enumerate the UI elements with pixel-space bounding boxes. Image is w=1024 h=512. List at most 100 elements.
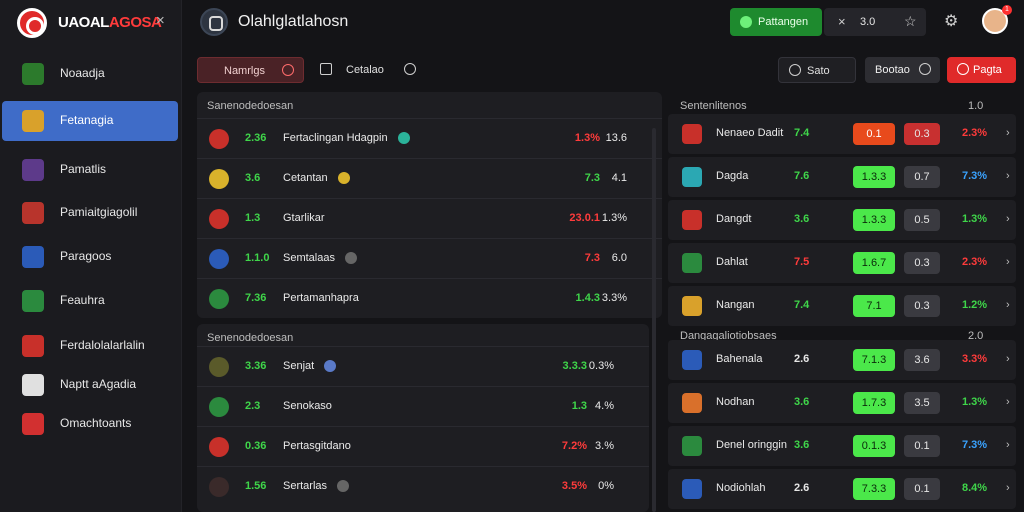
team-crest-icon xyxy=(209,477,229,497)
odds-value[interactable]: 3.% xyxy=(574,440,614,452)
gear-icon[interactable]: ⚙ xyxy=(944,11,958,31)
odds-button[interactable]: 1.3.3 xyxy=(853,166,895,188)
sidebar-item[interactable]: Paragoos xyxy=(2,237,178,277)
matches-panel-2: Senenodedoesan 3.36 Senjat 3.3.3 0.3% 2.3 Sen… xyxy=(197,324,649,512)
sidebar-item[interactable]: Noaadja xyxy=(2,54,178,94)
chevron-right-icon[interactable]: › xyxy=(1006,127,1010,139)
odds-row[interactable]: Nangan 7.4 7.1 0.3 1.2% › xyxy=(668,286,1016,326)
team-crest-icon xyxy=(682,436,702,456)
team-crest-icon xyxy=(22,335,44,357)
sidebar-item[interactable]: Naptt aAgadia xyxy=(2,365,178,405)
odds-row[interactable]: Nodiohlah 2.6 7.3.3 0.1 8.4% › xyxy=(668,469,1016,509)
odds-row[interactable]: Bahenala 2.6 7.1.3 3.6 3.3% › xyxy=(668,340,1016,380)
team-crest-icon xyxy=(209,249,229,269)
events-filter-button[interactable]: Cetalao xyxy=(318,57,423,83)
match-name: Senjat xyxy=(283,360,315,372)
match-row[interactable]: 7.36 Pertamanhapra 1.4.3 3.3% xyxy=(197,278,662,318)
live-dot-icon xyxy=(740,16,752,28)
brand-logo-icon[interactable] xyxy=(17,8,47,38)
match-score: 0.36 xyxy=(245,440,267,452)
odds-button[interactable]: 7.1.3 xyxy=(853,349,895,371)
sidebar-item[interactable]: Ferdalolalarlalin xyxy=(2,326,178,366)
odds-button[interactable]: 0.3 xyxy=(904,123,940,145)
team-crest-icon xyxy=(682,479,702,499)
brand-name: UAOALAGOSA xyxy=(58,14,162,31)
odds-button[interactable]: 0.1.3 xyxy=(853,435,895,457)
team-rating: 3.6 xyxy=(794,439,810,451)
close-icon[interactable]: × xyxy=(838,14,846,29)
sidebar-item[interactable]: Pamiaitgiagolil xyxy=(2,193,178,233)
odds-button[interactable]: 0.1 xyxy=(904,435,940,457)
odds-value[interactable]: 0% xyxy=(574,480,614,492)
scrollbar[interactable] xyxy=(652,128,656,512)
chevron-right-icon[interactable]: › xyxy=(1006,213,1010,225)
sidebar-item-label: Pamatlis xyxy=(60,162,107,176)
odds-button[interactable]: 3.5 xyxy=(904,392,940,414)
team-rating: 7.4 xyxy=(794,127,810,139)
odds-value[interactable]: 13.6 xyxy=(587,132,627,144)
match-row[interactable]: 1.56 Sertarlas 3.5% 0% xyxy=(197,466,649,506)
sidebar-item[interactable]: Fetanagia xyxy=(2,101,178,141)
match-row[interactable]: 2.36 Fertaclingan Hdagpin 1.3% 13.6 xyxy=(197,118,662,158)
chevron-right-icon[interactable]: › xyxy=(1006,396,1010,408)
odds-button[interactable]: 0.1 xyxy=(853,123,895,145)
odds-button[interactable]: 0.7 xyxy=(904,166,940,188)
markets-label: Namrlgs xyxy=(224,65,265,77)
chevron-right-icon[interactable]: › xyxy=(1006,170,1010,182)
odds-row[interactable]: Denel oringgin 3.6 0.1.3 0.1 7.3% › xyxy=(668,426,1016,466)
chevron-right-icon[interactable]: › xyxy=(1006,439,1010,451)
team-crest-icon xyxy=(22,159,44,181)
odds-button[interactable]: 0.3 xyxy=(904,295,940,317)
odds-value[interactable]: 0.3% xyxy=(574,360,614,372)
odds-button[interactable]: 3.6 xyxy=(904,349,940,371)
page-logo-icon xyxy=(200,8,228,36)
odds-value[interactable]: 3.3% xyxy=(587,292,627,304)
sidebar-item[interactable]: Omachtoants xyxy=(2,404,178,444)
place-bet-button[interactable]: Pagta xyxy=(947,57,1016,83)
match-row[interactable]: 3.36 Senjat 3.3.3 0.3% xyxy=(197,346,649,386)
chevron-right-icon[interactable]: › xyxy=(1006,353,1010,365)
odds-row[interactable]: Nodhan 3.6 1.7.3 3.5 1.3% › xyxy=(668,383,1016,423)
odds-button[interactable]: 1.3.3 xyxy=(853,209,895,231)
notification-badge: 1 xyxy=(1002,5,1012,15)
odds-row[interactable]: Dahlat 7.5 1.6.7 0.3 2.3% › xyxy=(668,243,1016,283)
status-icon xyxy=(345,252,357,264)
team-crest-icon xyxy=(682,210,702,230)
live-button[interactable]: Pattangen xyxy=(730,8,822,36)
odds-button[interactable]: 7.1 xyxy=(853,295,895,317)
odds-value[interactable]: 1.3% xyxy=(587,212,627,224)
chevron-right-icon[interactable]: › xyxy=(1006,256,1010,268)
odds-button[interactable]: 0.1 xyxy=(904,478,940,500)
match-row[interactable]: 2.3 Senokaso 1.3 4.% xyxy=(197,386,649,426)
match-row[interactable]: 3.6 Cetantan 7.3 4.1 xyxy=(197,158,662,198)
sidebar-item-label: Omachtoants xyxy=(60,416,132,430)
match-name: Pertamanhapra xyxy=(283,292,359,304)
sidebar-item-label: Fetanagia xyxy=(60,113,114,127)
match-row[interactable]: 1.3 Gtarlikar 23.0.1 1.3% xyxy=(197,198,662,238)
odds-button[interactable]: 1.6.7 xyxy=(853,252,895,274)
odds-change: 1.3% xyxy=(962,213,988,225)
chevron-right-icon[interactable]: › xyxy=(1006,299,1010,311)
star-icon[interactable]: ☆ xyxy=(904,13,917,30)
odds-row[interactable]: Dangdt 3.6 1.3.3 0.5 1.3% › xyxy=(668,200,1016,240)
odds-value[interactable]: 4.% xyxy=(574,400,614,412)
odds-row[interactable]: Dagda 7.6 1.3.3 0.7 7.3% › xyxy=(668,157,1016,197)
boost-button[interactable]: Bootao xyxy=(865,57,940,83)
odds-button[interactable]: 0.5 xyxy=(904,209,940,231)
sidebar-item-label: Naptt aAgadia xyxy=(60,377,137,391)
odds-button[interactable]: 7.3.3 xyxy=(853,478,895,500)
chevron-right-icon[interactable]: › xyxy=(1006,482,1010,494)
sidebar-item[interactable]: Pamatlis xyxy=(2,150,178,190)
match-row[interactable]: 1.1.0 Semtalaas 7.3 6.0 xyxy=(197,238,662,278)
odds-value[interactable]: 4.1 xyxy=(587,172,627,184)
match-row[interactable]: 0.36 Pertasgitdano 7.2% 3.% xyxy=(197,426,649,466)
sidebar-item[interactable]: Feauhra xyxy=(2,281,178,321)
odds-row[interactable]: Nenaeo Dadit 7.4 0.1 0.3 2.3% › xyxy=(668,114,1016,154)
odds-button[interactable]: 1.7.3 xyxy=(853,392,895,414)
odds-button[interactable]: 0.3 xyxy=(904,252,940,274)
team-name: Denel oringgin xyxy=(716,439,787,451)
save-button[interactable]: Sato xyxy=(778,57,856,83)
odds-value[interactable]: 6.0 xyxy=(587,252,627,264)
close-icon[interactable]: × xyxy=(156,12,165,29)
markets-filter-button[interactable]: Namrlgs xyxy=(197,57,304,83)
